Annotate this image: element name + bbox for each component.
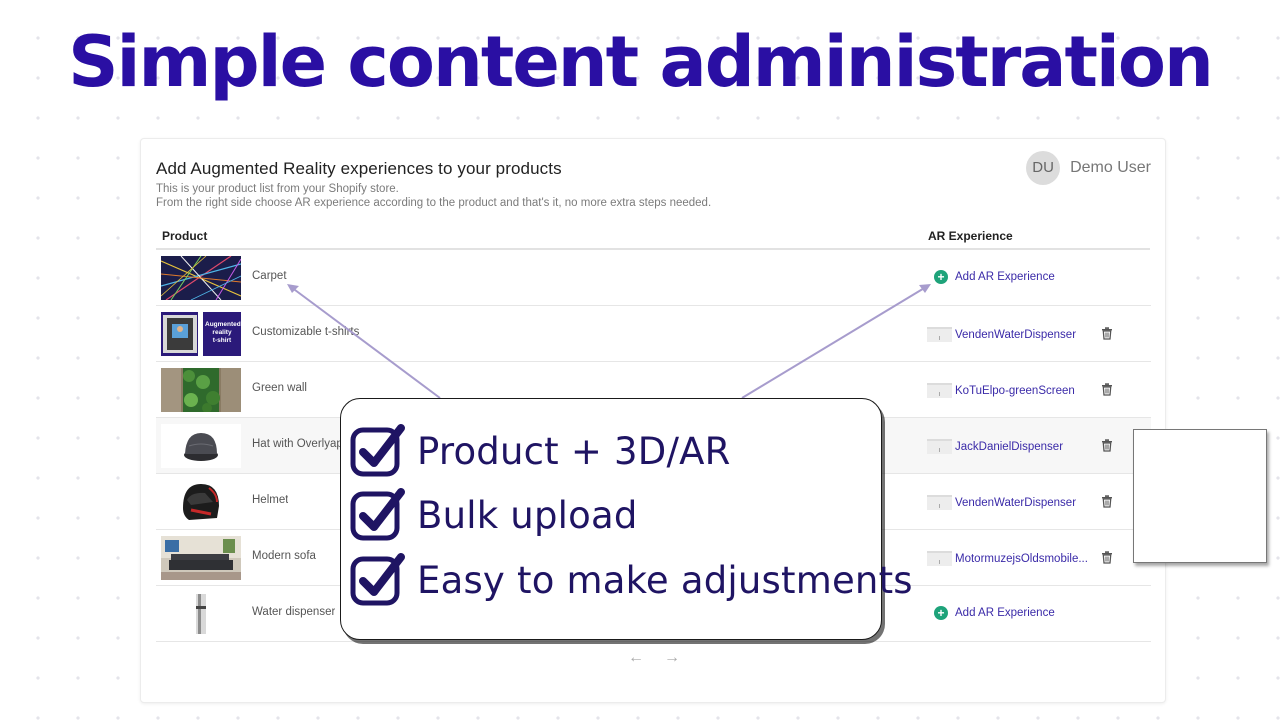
- product-name: Hat with Overlyap: [252, 438, 343, 450]
- table-row: Augmented reality t-shirt Customizable t…: [156, 306, 1151, 362]
- product-thumbnail-green-wall: [161, 368, 241, 412]
- feature-item: Product + 3D/AR: [349, 421, 731, 481]
- ar-experience-link[interactable]: MotormuzejsOldsmobile...: [927, 551, 1088, 566]
- trash-icon[interactable]: [1100, 550, 1114, 564]
- add-ar-experience-button[interactable]: + Add AR Experience: [934, 270, 1055, 284]
- ar-experience-link[interactable]: VendenWaterDispenser: [927, 327, 1076, 342]
- table-row: Carpet + Add AR Experience: [156, 250, 1151, 306]
- product-name: Carpet: [252, 270, 287, 282]
- checkbox-checked-icon: [350, 424, 405, 477]
- trash-icon[interactable]: [1100, 438, 1114, 452]
- product-thumbnail-water-dispenser: [161, 592, 241, 636]
- features-callout: Product + 3D/AR Bulk upload Easy to make…: [340, 398, 913, 640]
- plus-circle-icon: +: [934, 270, 948, 284]
- product-thumbnail-hat: [161, 424, 241, 468]
- card-subtitle-1: This is your product list from your Shop…: [156, 183, 399, 195]
- ar-experience-link[interactable]: KoTuElpo-greenScreen: [927, 383, 1075, 398]
- add-ar-experience-button[interactable]: + Add AR Experience: [934, 606, 1055, 620]
- blank-panel: [1133, 429, 1267, 563]
- product-thumbnail-helmet: [161, 480, 241, 524]
- checkbox-checked-icon: [350, 553, 405, 606]
- feature-item: Bulk upload: [349, 485, 638, 545]
- trash-icon[interactable]: [1100, 382, 1114, 396]
- product-thumbnail-sofa: [161, 536, 241, 580]
- product-name: Modern sofa: [252, 550, 316, 562]
- column-header-ar-experience: AR Experience: [928, 229, 1013, 243]
- user-menu[interactable]: DU Demo User: [1026, 151, 1151, 185]
- experience-thumbnail: [927, 439, 952, 454]
- card-title: Add Augmented Reality experiences to you…: [156, 159, 562, 178]
- arrow-right-icon[interactable]: →: [664, 649, 680, 667]
- experience-thumbnail: [927, 327, 952, 342]
- product-name: Customizable t-shirts: [252, 326, 360, 338]
- experience-thumbnail: [927, 383, 952, 398]
- user-name: Demo User: [1070, 159, 1151, 176]
- product-name: Water dispenser: [252, 606, 336, 618]
- plus-circle-icon: +: [934, 606, 948, 620]
- page-headline: Simple content administration: [68, 21, 1214, 103]
- card-subtitle-2: From the right side choose AR experience…: [156, 197, 712, 209]
- product-name: Helmet: [252, 494, 289, 506]
- ar-experience-link[interactable]: JackDanielDispenser: [927, 439, 1063, 454]
- avatar[interactable]: DU: [1026, 151, 1061, 185]
- product-name: Green wall: [252, 382, 307, 394]
- checkbox-checked-icon: [350, 488, 405, 541]
- product-thumbnail-carpet: [161, 256, 241, 300]
- product-thumbnail-tshirt: Augmented reality t-shirt: [161, 312, 241, 356]
- column-header-product: Product: [162, 229, 208, 243]
- experience-thumbnail: [927, 495, 952, 510]
- trash-icon[interactable]: [1100, 494, 1114, 508]
- trash-icon[interactable]: [1100, 326, 1114, 340]
- experience-thumbnail: [927, 551, 952, 566]
- arrow-left-icon[interactable]: ←: [628, 649, 644, 667]
- feature-item: Easy to make adjustments: [349, 550, 913, 610]
- ar-experience-link[interactable]: VendenWaterDispenser: [927, 495, 1076, 510]
